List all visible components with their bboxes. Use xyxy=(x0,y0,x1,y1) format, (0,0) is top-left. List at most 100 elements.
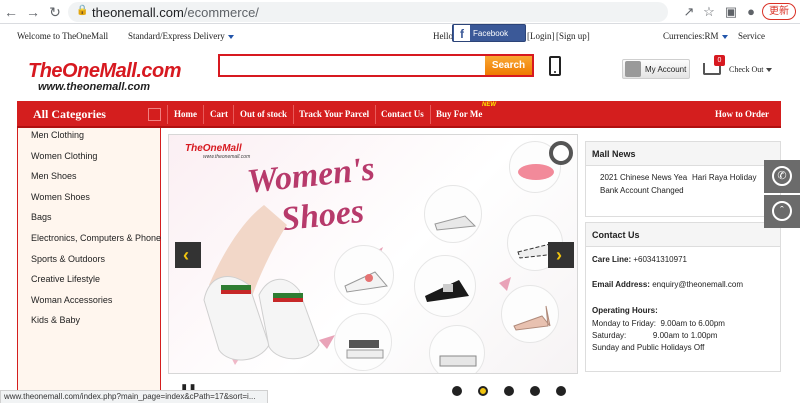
hours-weekday: Monday to Friday: 9.00am to 6.00pm xyxy=(592,319,725,328)
category-kids-baby[interactable]: Kids & Baby xyxy=(31,315,80,325)
hello-text: Hello xyxy=(433,31,453,41)
browser-toolbar: ← → ↻ 🔒 theonemall.com/ecommerce/ ↗ ☆ ▣ … xyxy=(0,0,800,24)
email-value[interactable]: enquiry@theonemall.com xyxy=(652,280,743,289)
nav-home[interactable]: Home xyxy=(174,109,197,119)
category-woman-accessories[interactable]: Woman Accessories xyxy=(31,295,112,305)
url-path: /ecommerce/ xyxy=(183,5,259,20)
category-men-shoes[interactable]: Men Shoes xyxy=(31,171,77,181)
hero-banner[interactable]: TheOneMall www.theonemall.com Women's Sh… xyxy=(168,134,578,374)
slide-dot[interactable] xyxy=(530,386,540,396)
lock-icon: 🔒 xyxy=(76,5,89,16)
category-creative-lifestyle[interactable]: Creative Lifestyle xyxy=(31,274,100,284)
hours-holiday: Sunday and Public Holidays Off xyxy=(592,343,705,352)
side-panel-icon[interactable]: ▣ xyxy=(722,3,740,21)
delivery-menu[interactable]: Standard/Express Delivery xyxy=(128,31,234,41)
service-link[interactable]: Service xyxy=(738,31,765,41)
category-bags[interactable]: Bags xyxy=(31,212,52,222)
back-icon[interactable]: ← xyxy=(2,3,20,21)
checkout-menu[interactable]: Check Out xyxy=(729,65,773,74)
nav-out-of-stock[interactable]: Out of stock xyxy=(240,109,287,119)
nav-cart[interactable]: Cart xyxy=(210,109,228,119)
user-icon xyxy=(625,61,641,77)
profile-icon[interactable]: ● xyxy=(742,3,760,21)
signup-link[interactable]: [Sign up] xyxy=(556,31,590,41)
logo-text: TheOneMall.com xyxy=(28,60,182,82)
slide-dot[interactable] xyxy=(452,386,462,396)
news-item[interactable]: Hari Raya Holiday xyxy=(692,173,756,182)
url-text: theonemall.com/ecommerce/ xyxy=(92,5,259,20)
care-line-label: Care Line: xyxy=(592,255,632,264)
nav-contact-us[interactable]: Contact Us xyxy=(381,109,424,119)
category-women-shoes[interactable]: Women Shoes xyxy=(31,192,90,202)
contact-us-panel: Contact Us Care Line: +60341310971 Email… xyxy=(585,222,781,372)
next-slide-button[interactable]: › xyxy=(548,242,574,268)
hours-saturday: Saturday: 9.00am to 1.00pm xyxy=(592,331,718,340)
nav-divider xyxy=(375,105,376,124)
address-bar[interactable]: 🔒 theonemall.com/ecommerce/ xyxy=(68,2,668,22)
product-thumb xyxy=(334,245,394,305)
chevron-left-icon: ‹ xyxy=(183,245,189,265)
site-logo[interactable]: TheOneMall.com www.theonemall.com xyxy=(28,60,182,93)
chevron-up-icon: ˆ xyxy=(772,201,792,221)
category-sidebar: Men Clothing Women Clothing Men Shoes Wo… xyxy=(17,128,161,403)
chevron-down-icon xyxy=(721,34,728,39)
chevron-down-icon xyxy=(766,68,773,73)
facebook-login-button[interactable]: f Facebook Login xyxy=(452,24,526,56)
url-host: theonemall.com xyxy=(92,5,184,20)
nav-divider xyxy=(293,105,294,124)
chevron-down-icon xyxy=(227,34,234,39)
banner-ring-decoration xyxy=(549,141,573,165)
category-sports-outdoors[interactable]: Sports & Outdoors xyxy=(31,254,105,264)
welcome-text: Welcome to TheOneMall xyxy=(17,31,109,41)
nav-track-parcel[interactable]: Track Your Parcel xyxy=(299,109,369,119)
mall-news-panel: Mall News 2021 Chinese News Yea Hari Ray… xyxy=(585,141,781,217)
search-button[interactable]: Search xyxy=(485,56,532,75)
all-categories-heading: All Categories xyxy=(33,107,106,121)
chevron-right-icon: › xyxy=(556,245,562,265)
prev-slide-button[interactable]: ‹ xyxy=(175,242,201,268)
checkout-label: Check Out xyxy=(729,65,764,74)
product-thumb xyxy=(501,285,559,343)
nav-divider xyxy=(167,105,168,124)
whatsapp-icon: ✆ xyxy=(772,166,792,186)
reload-icon[interactable]: ↻ xyxy=(46,3,64,21)
contact-us-title: Contact Us xyxy=(586,223,780,247)
share-icon[interactable]: ↗ xyxy=(680,3,698,21)
mobile-phone-icon[interactable] xyxy=(549,56,561,76)
slide-dot[interactable] xyxy=(504,386,514,396)
category-men-clothing[interactable]: Men Clothing xyxy=(31,130,84,140)
care-line-value: +60341310971 xyxy=(633,255,687,264)
hours-label: Operating Hours: xyxy=(592,306,658,315)
scroll-top-button[interactable]: ˆ xyxy=(764,195,800,228)
link-status-bar: www.theonemall.com/index.php?main_page=i… xyxy=(0,390,268,403)
nav-how-to-order[interactable]: How to Order xyxy=(715,109,769,119)
currency-menu[interactable]: Currencies:RM xyxy=(663,31,728,41)
product-thumb xyxy=(424,185,482,243)
nav-buy-for-me[interactable]: Buy For Me xyxy=(436,109,482,119)
update-button[interactable]: 更新 xyxy=(762,3,796,20)
whatsapp-button[interactable]: ✆ xyxy=(764,160,800,193)
product-thumb xyxy=(429,325,485,373)
main-nav: All Categories Home Cart Out of stock Tr… xyxy=(17,101,781,128)
my-account-label: My Account xyxy=(645,65,687,74)
category-toggle[interactable] xyxy=(148,108,161,121)
my-account-button[interactable]: My Account xyxy=(622,59,690,79)
currency-label: Currencies:RM xyxy=(663,31,719,41)
nav-divider xyxy=(430,105,431,124)
news-item[interactable]: 2021 Chinese News Yea xyxy=(600,173,687,182)
bookmark-star-icon[interactable]: ☆ xyxy=(700,3,718,21)
delivery-label: Standard/Express Delivery xyxy=(128,31,225,41)
facebook-icon: f xyxy=(454,25,470,41)
forward-icon[interactable]: → xyxy=(24,3,42,21)
nav-divider xyxy=(233,105,234,124)
login-link[interactable]: [Login] xyxy=(527,31,555,41)
category-electronics[interactable]: Electronics, Computers & Phone xyxy=(31,233,161,243)
slide-dot-active[interactable] xyxy=(478,386,488,396)
product-thumb xyxy=(334,313,392,371)
slide-dot[interactable] xyxy=(556,386,566,396)
category-women-clothing[interactable]: Women Clothing xyxy=(31,151,97,161)
new-badge: NEW xyxy=(482,102,496,108)
nav-divider xyxy=(203,105,204,124)
news-item[interactable]: Bank Account Changed xyxy=(600,186,684,195)
product-thumb xyxy=(414,255,476,317)
